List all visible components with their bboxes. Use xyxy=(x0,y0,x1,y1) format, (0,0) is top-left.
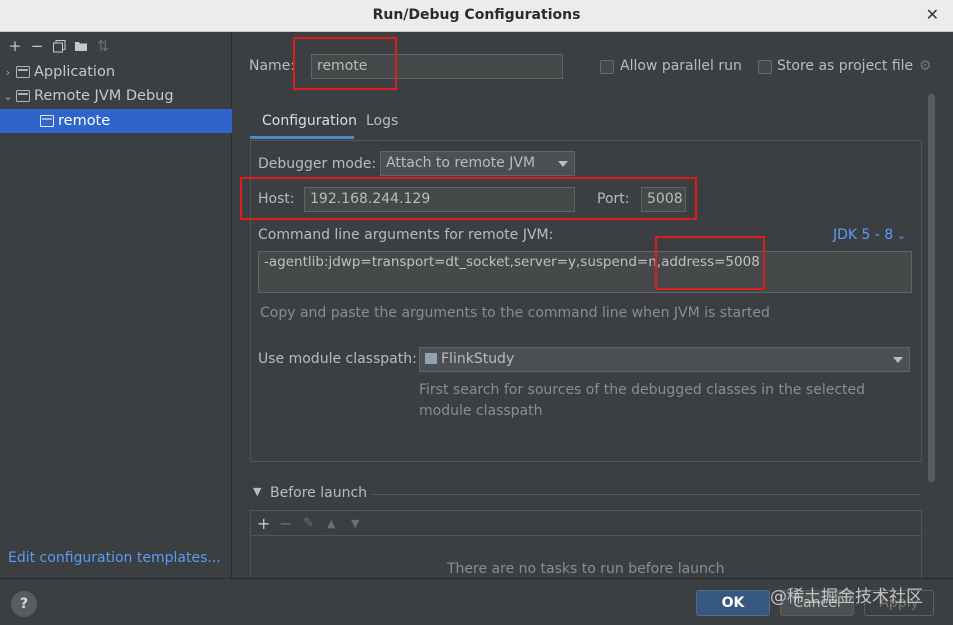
name-label: Name: xyxy=(249,58,296,74)
sidebar-toolbar: + − ⇅ xyxy=(0,32,232,60)
highlight-box-address xyxy=(655,236,765,290)
remote-debug-icon xyxy=(16,90,30,102)
chevron-down-icon: ⌄ xyxy=(893,229,907,242)
remove-icon[interactable]: − xyxy=(279,514,303,533)
tree-item-remote-jvm-debug[interactable]: ⌄ Remote JVM Debug xyxy=(0,84,232,108)
chevron-right-icon[interactable]: › xyxy=(0,66,16,79)
copy-icon[interactable] xyxy=(48,35,70,57)
edit-templates-link[interactable]: Edit configuration templates... xyxy=(8,550,221,566)
store-project-label[interactable]: Store as project file xyxy=(777,58,913,74)
folder-add-icon[interactable] xyxy=(70,35,92,57)
before-launch-toolbar: + − ✎ ▲ ▼ xyxy=(250,510,922,536)
store-project-checkbox[interactable] xyxy=(758,60,772,74)
sort-icon[interactable]: ⇅ xyxy=(92,35,114,57)
highlight-box-name xyxy=(293,37,397,90)
add-icon[interactable]: + xyxy=(257,514,279,533)
tree-item-label: Remote JVM Debug xyxy=(34,88,174,104)
module-classpath-select[interactable]: FlinkStudy xyxy=(419,347,910,372)
jdk-version-dropdown[interactable]: JDK 5 - 8 ⌄ xyxy=(833,227,906,243)
cmd-args-hint: Copy and paste the arguments to the comm… xyxy=(260,305,770,321)
gear-icon[interactable]: ⚙ xyxy=(919,58,932,74)
window-title: Run/Debug Configurations xyxy=(372,7,581,23)
active-tab-indicator xyxy=(250,136,354,139)
title-bar: Run/Debug Configurations ✕ xyxy=(0,0,953,32)
debugger-mode-select[interactable]: Attach to remote JVM xyxy=(380,151,575,176)
configurations-sidebar: + − ⇅ › Application ⌄ Remote JVM Debug r… xyxy=(0,32,232,578)
edit-icon[interactable]: ✎ xyxy=(303,516,327,531)
tree-item-application[interactable]: › Application xyxy=(0,60,232,84)
remote-config-icon xyxy=(40,115,54,127)
cmd-args-label: Command line arguments for remote JVM: xyxy=(258,227,554,243)
application-icon xyxy=(16,66,30,78)
scrollbar[interactable] xyxy=(928,94,935,482)
cmd-args-field[interactable]: -agentlib:jdwp=transport=dt_socket,serve… xyxy=(258,251,912,293)
allow-parallel-checkbox[interactable] xyxy=(600,60,614,74)
allow-parallel-label[interactable]: Allow parallel run xyxy=(620,58,742,74)
collapse-triangle-icon[interactable]: ▼ xyxy=(253,485,261,498)
help-button[interactable]: ? xyxy=(11,591,37,617)
move-down-icon[interactable]: ▼ xyxy=(351,517,375,530)
move-up-icon[interactable]: ▲ xyxy=(327,517,351,530)
debugger-mode-label: Debugger mode: xyxy=(258,156,377,172)
module-hint-line-2: module classpath xyxy=(419,403,543,419)
module-hint-line-1: First search for sources of the debugged… xyxy=(419,382,866,398)
close-icon[interactable]: ✕ xyxy=(926,5,939,24)
module-classpath-value: FlinkStudy xyxy=(441,351,515,367)
ok-button[interactable]: OK xyxy=(696,590,770,616)
debugger-mode-value: Attach to remote JVM xyxy=(386,155,536,171)
module-icon xyxy=(425,353,437,364)
before-launch-empty-text: There are no tasks to run before launch xyxy=(447,561,725,577)
chevron-down-icon xyxy=(558,161,568,167)
chevron-down-icon xyxy=(893,357,903,363)
tab-configuration[interactable]: Configuration xyxy=(262,113,357,129)
module-classpath-label: Use module classpath: xyxy=(258,351,417,367)
add-icon[interactable]: + xyxy=(4,35,26,57)
watermark: @稀土掘金技术社区 xyxy=(770,587,923,607)
tree-item-label: Application xyxy=(34,64,116,80)
section-divider xyxy=(372,494,920,495)
before-launch-label[interactable]: Before launch xyxy=(270,485,367,501)
remove-icon[interactable]: − xyxy=(26,35,48,57)
tree-item-label: remote xyxy=(58,113,111,129)
highlight-box-host-port xyxy=(240,177,697,220)
chevron-down-icon[interactable]: ⌄ xyxy=(0,90,16,103)
tab-logs[interactable]: Logs xyxy=(366,113,398,129)
jdk-version-label: JDK 5 - 8 xyxy=(833,227,894,243)
tree-item-remote[interactable]: remote xyxy=(0,109,232,133)
